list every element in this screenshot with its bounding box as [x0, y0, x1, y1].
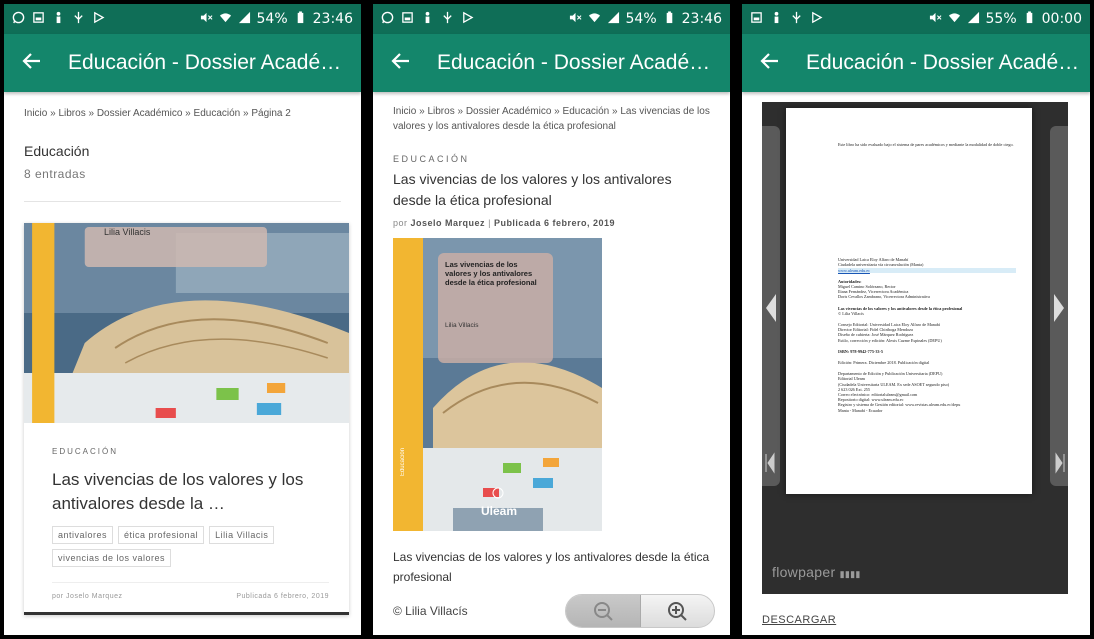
zoom-in-button[interactable]	[641, 595, 715, 627]
post-author[interactable]: Joselo Marquez	[411, 218, 486, 228]
meta-prefix: por	[393, 218, 408, 228]
pdf-page: Este libro ha sido evaluado bajo el sist…	[786, 108, 1032, 494]
person-icon	[770, 11, 783, 28]
tag[interactable]: antivalores	[52, 526, 114, 544]
divider	[24, 201, 341, 202]
screen-book-detail: 54% 23:46 Educación - Dossier Académico …	[369, 0, 734, 639]
whatsapp-icon	[381, 11, 394, 28]
battery-level: 55%	[985, 11, 1017, 27]
post-title: Las vivencias de los valores y los antiv…	[393, 171, 672, 208]
gallery-icon	[401, 11, 414, 28]
app-bar-title: Educación - Dossier Académico	[806, 51, 1090, 74]
post-date: Publicada 6 febrero, 2019	[236, 593, 329, 600]
wifi-icon	[588, 11, 601, 28]
post-thumbnail[interactable]: Lilia Villacis	[24, 223, 349, 423]
mute-icon	[200, 11, 213, 28]
pdf-viewer[interactable]: Este libro ha sido evaluado bajo el sist…	[762, 102, 1068, 594]
battery-icon	[294, 10, 307, 28]
flowpaper-brand: flowpaper ▮▮▮▮	[772, 564, 861, 580]
app-bar-title: Educación - Dossier Académico	[68, 51, 361, 74]
zoom-in-icon	[668, 602, 687, 621]
cover-author: Lilia Villacis	[104, 227, 151, 237]
battery-icon	[663, 10, 676, 28]
back-arrow-icon[interactable]	[742, 49, 806, 78]
back-arrow-icon[interactable]	[373, 49, 437, 78]
signal-icon	[607, 11, 620, 28]
cover-publisher-logo: Uleam	[481, 504, 518, 518]
copyright-text: © Lilia Villacís	[393, 604, 468, 618]
cover-spine-label: Educación	[400, 448, 406, 477]
clock: 23:46	[312, 11, 353, 27]
wifi-icon	[948, 11, 961, 28]
prev-page-icon	[765, 294, 776, 474]
category-label[interactable]: EDUCACIÓN	[52, 447, 329, 456]
status-bar: 54% 23:46	[4, 4, 361, 34]
zoom-out-icon	[593, 602, 613, 621]
mute-icon	[569, 11, 582, 28]
cover-title: Las vivencias de los valores y los antiv…	[445, 260, 537, 287]
battery-level: 54%	[256, 11, 288, 27]
zoom-out-button[interactable]	[566, 595, 641, 627]
battery-level: 54%	[625, 11, 657, 27]
play-store-icon	[92, 11, 105, 28]
screen-pdf-viewer: 55% 00:00 Educación - Dossier Académico …	[738, 0, 1094, 639]
usb-icon	[441, 11, 454, 28]
whatsapp-icon	[12, 11, 25, 28]
battery-icon	[1023, 10, 1036, 28]
post-meta: por Joselo Marquez | Publicada 6 febrero…	[373, 211, 730, 228]
category-label[interactable]: EDUCACIÓN	[373, 134, 730, 164]
mute-icon	[929, 11, 942, 28]
next-page-icon	[1054, 294, 1065, 474]
tag-list: antivalores ética profesional Lilia Vill…	[52, 526, 329, 567]
entries-count: 8 entradas	[24, 167, 86, 181]
usb-icon	[72, 11, 85, 28]
wifi-icon	[219, 11, 232, 28]
breadcrumb[interactable]: Inicio » Libros » Dossier Académico » Ed…	[373, 92, 730, 134]
signal-icon	[967, 11, 980, 28]
category-title: Educación	[24, 143, 90, 159]
flowpaper-label: flowpaper	[772, 564, 836, 580]
tag[interactable]: Lilia Villacis	[209, 526, 275, 544]
prev-page-rail[interactable]	[762, 126, 780, 486]
app-bar: Educación - Dossier Académico	[4, 34, 361, 92]
post-author: por Joselo Marquez	[52, 593, 123, 600]
page-line: Manta - Manabí - Ecuador	[838, 407, 883, 413]
gallery-icon	[750, 11, 763, 28]
meta-separator: |	[488, 218, 491, 228]
play-store-icon	[461, 11, 474, 28]
next-page-rail[interactable]	[1050, 126, 1068, 486]
tag[interactable]: vivencias de los valores	[52, 549, 172, 567]
post-title[interactable]: Las vivencias de los valores y los antiv…	[52, 468, 329, 516]
play-store-icon	[810, 11, 823, 28]
status-bar: 55% 00:00	[742, 4, 1090, 34]
page-line: Este libro ha sido evaluado bajo el sist…	[838, 142, 1014, 147]
tag[interactable]: ética profesional	[118, 526, 205, 544]
app-bar: Educación - Dossier Académico	[373, 34, 730, 92]
screen-category-list: 54% 23:46 Educación - Dossier Académico …	[0, 0, 365, 639]
person-icon	[421, 11, 434, 28]
post-date: Publicada 6 febrero, 2019	[493, 218, 615, 228]
gallery-icon	[32, 11, 45, 28]
app-bar-title: Educación - Dossier Académico	[437, 51, 730, 74]
cover-author: Lilia Villacis	[445, 322, 479, 329]
book-description: Las vivencias de los valores y los antiv…	[393, 550, 710, 584]
app-bar: Educación - Dossier Académico	[742, 34, 1090, 92]
zoom-control	[565, 594, 715, 628]
status-bar: 54% 23:46	[373, 4, 730, 34]
post-card[interactable]: Lilia Villacis EDUCACIÓN Las vivencias d…	[24, 223, 349, 615]
back-arrow-icon[interactable]	[4, 49, 68, 78]
person-icon	[52, 11, 65, 28]
signal-icon	[238, 11, 251, 28]
post-meta: por Joselo Marquez Publicada 6 febrero, …	[52, 582, 329, 600]
book-cover-image[interactable]: Las vivencias de los valores y los antiv…	[393, 238, 602, 531]
clock: 23:46	[681, 11, 722, 27]
download-link[interactable]: DESCARGAR	[762, 614, 836, 626]
breadcrumb[interactable]: Inicio » Libros » Dossier Académico » Ed…	[4, 92, 361, 121]
usb-icon	[790, 11, 803, 28]
clock: 00:00	[1041, 11, 1082, 27]
